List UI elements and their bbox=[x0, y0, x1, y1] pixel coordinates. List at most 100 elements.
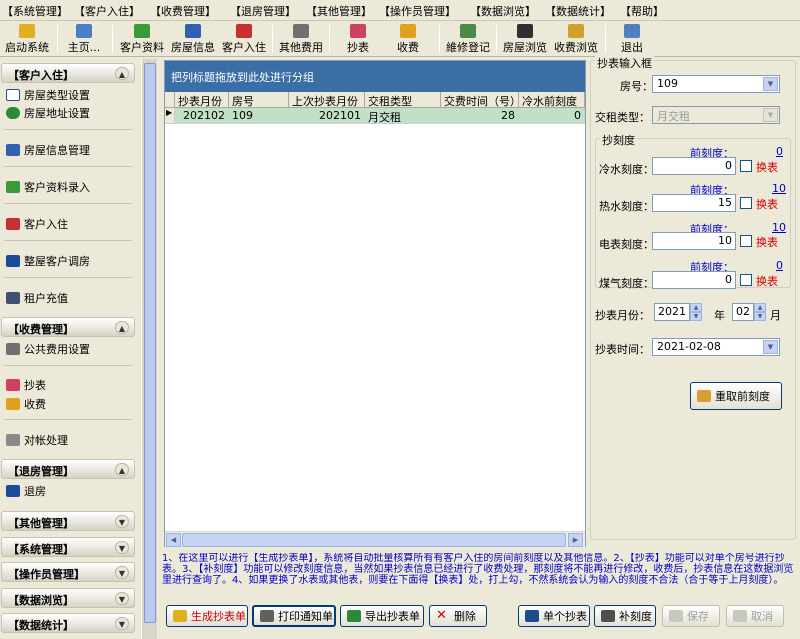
column-header[interactable]: 上次抄表月份 bbox=[289, 92, 365, 108]
cold-water-replace-checkbox[interactable] bbox=[740, 160, 752, 172]
group-by-panel[interactable]: 把列标题拖放到此处进行分组 bbox=[165, 61, 585, 92]
chevron-down-icon[interactable]: ▼ bbox=[763, 108, 778, 122]
horizontal-scrollbar[interactable]: ◀ ▶ bbox=[165, 531, 585, 547]
export-meter-sheet-button[interactable]: 导出抄表单 bbox=[340, 605, 424, 627]
cancel-button[interactable]: 取消 bbox=[726, 605, 784, 627]
table-cell[interactable]: 202102 bbox=[175, 108, 229, 124]
column-header[interactable]: 交租类型 bbox=[365, 92, 441, 108]
menu-charge[interactable]: 【收费管理】 bbox=[150, 0, 216, 19]
home-button[interactable]: 主页... bbox=[62, 23, 106, 56]
checkin-button[interactable]: 客户入住 bbox=[219, 23, 269, 56]
supplement-reading-button[interactable]: 补刻度 bbox=[594, 605, 656, 627]
sidebar-item-room-change[interactable]: 整屋客户调房 bbox=[6, 253, 90, 269]
menu-browse[interactable]: 【数据浏览】 bbox=[470, 0, 536, 19]
chevron-down-icon[interactable]: ▼ bbox=[115, 515, 129, 528]
chevron-up-icon[interactable]: ▲ bbox=[115, 321, 129, 334]
table-cell[interactable]: 0 bbox=[519, 108, 585, 124]
chevron-down-icon[interactable]: ▼ bbox=[115, 617, 129, 630]
sidebar-section-browse[interactable]: 【数据浏览】 ▼ bbox=[1, 588, 135, 608]
house-browse-button[interactable]: 房屋浏览 bbox=[500, 23, 550, 56]
house-info-button[interactable]: 房屋信息 bbox=[168, 23, 218, 56]
sidebar-section-system[interactable]: 【系统管理】 ▼ bbox=[1, 537, 135, 557]
sidebar-item-reconcile[interactable]: 对帐处理 bbox=[6, 432, 68, 448]
sidebar-item-house-type[interactable]: 房屋类型设置 bbox=[6, 87, 90, 103]
sidebar-item-house-address[interactable]: 房屋地址设置 bbox=[6, 105, 90, 121]
gas-replace-checkbox[interactable] bbox=[740, 274, 752, 286]
sidebar-section-operator[interactable]: 【操作员管理】 ▼ bbox=[1, 562, 135, 582]
exit-button[interactable]: 退出 bbox=[614, 23, 650, 56]
arrow-up-icon[interactable]: ▲ bbox=[690, 303, 702, 312]
sidebar-item-checkout[interactable]: 退房 bbox=[6, 483, 46, 499]
column-header[interactable]: 房号 bbox=[229, 92, 289, 108]
chevron-up-icon[interactable]: ▲ bbox=[115, 463, 129, 476]
charge-button[interactable]: 收费 bbox=[386, 23, 430, 56]
sidebar-section-stats[interactable]: 【数据统计】 ▼ bbox=[1, 613, 135, 633]
chevron-up-icon[interactable]: ▲ bbox=[115, 67, 129, 80]
delete-button[interactable]: ✕ 删除 bbox=[429, 605, 487, 627]
rent-type-select[interactable]: 月交租 ▼ bbox=[652, 106, 780, 124]
reload-prev-reading-button[interactable]: 重取前刻度 bbox=[690, 382, 782, 410]
arrow-up-icon[interactable]: ▲ bbox=[754, 303, 766, 312]
meter-reading-button[interactable]: 抄表 bbox=[336, 23, 380, 56]
print-notice-button[interactable]: 打印通知单 bbox=[252, 605, 336, 627]
sidebar-section-checkin[interactable]: 【客户入住】 ▲ bbox=[1, 63, 135, 83]
menu-checkin[interactable]: 【客户入住】 bbox=[74, 0, 140, 19]
arrow-down-icon[interactable]: ▼ bbox=[690, 312, 702, 321]
scroll-left-icon[interactable]: ◀ bbox=[166, 533, 181, 547]
electric-input[interactable]: 10 bbox=[652, 232, 736, 250]
table-cell[interactable]: 28 bbox=[441, 108, 519, 124]
sidebar-item-customer-entry[interactable]: 客户资料录入 bbox=[6, 179, 90, 195]
table-cell[interactable]: 202101 bbox=[289, 108, 365, 124]
year-input[interactable]: 2021 bbox=[654, 303, 690, 321]
generate-meter-sheet-button[interactable]: 生成抄表单 bbox=[166, 605, 248, 627]
customer-info-button[interactable]: 客户资料 bbox=[117, 23, 167, 56]
sidebar-item-public-fee[interactable]: 公共费用设置 bbox=[6, 341, 90, 357]
save-button[interactable]: 保存 bbox=[662, 605, 720, 627]
meter-date-picker[interactable]: 2021-02-08 ▼ bbox=[652, 338, 780, 356]
chevron-down-icon[interactable]: ▼ bbox=[763, 340, 778, 354]
single-meter-button[interactable]: 单个抄表 bbox=[518, 605, 590, 627]
sidebar-section-charge[interactable]: 【收费管理】 ▲ bbox=[1, 317, 135, 337]
scrollbar-thumb[interactable] bbox=[182, 533, 566, 547]
sidebar-section-checkout[interactable]: 【退房管理】 ▲ bbox=[1, 459, 135, 479]
cold-water-input[interactable]: 0 bbox=[652, 157, 736, 175]
menu-operator[interactable]: 【操作员管理】 bbox=[379, 0, 456, 19]
sidebar-splitter[interactable] bbox=[141, 59, 157, 639]
sidebar-item-checkin[interactable]: 客户入住 bbox=[6, 216, 68, 232]
sidebar-item-charge[interactable]: 收费 bbox=[6, 396, 46, 412]
repair-register-button[interactable]: 維修登记 bbox=[443, 23, 493, 56]
chevron-down-icon[interactable]: ▼ bbox=[115, 592, 129, 605]
month-input[interactable]: 02 bbox=[732, 303, 754, 321]
other-fee-button[interactable]: 其他费用 bbox=[276, 23, 326, 56]
chevron-down-icon[interactable]: ▼ bbox=[115, 541, 129, 554]
sidebar-section-other[interactable]: 【其他管理】 ▼ bbox=[1, 511, 135, 531]
sidebar-item-topup[interactable]: 租户充值 bbox=[6, 290, 68, 306]
menu-system[interactable]: 【系统管理】 bbox=[2, 0, 68, 19]
chevron-down-icon[interactable]: ▼ bbox=[115, 566, 129, 579]
hot-water-replace-checkbox[interactable] bbox=[740, 197, 752, 209]
column-header[interactable]: 冷水前刻度 bbox=[519, 92, 585, 108]
charge-browse-button[interactable]: 收费浏览 bbox=[551, 23, 601, 56]
menu-stats[interactable]: 【数据统计】 bbox=[545, 0, 611, 19]
electric-replace-checkbox[interactable] bbox=[740, 235, 752, 247]
sidebar-item-house-info[interactable]: 房屋信息管理 bbox=[6, 142, 90, 158]
arrow-down-icon[interactable]: ▼ bbox=[754, 312, 766, 321]
month-spinner[interactable]: ▲ ▼ bbox=[754, 303, 766, 321]
row-indicator[interactable]: ▶ bbox=[165, 108, 175, 124]
column-header[interactable]: 抄表月份 bbox=[175, 92, 229, 108]
scroll-right-icon[interactable]: ▶ bbox=[568, 533, 583, 547]
table-cell[interactable]: 109 bbox=[229, 108, 289, 124]
room-select[interactable]: 109 ▼ bbox=[652, 75, 780, 93]
table-cell[interactable]: 月交租 bbox=[365, 108, 441, 124]
chevron-down-icon[interactable]: ▼ bbox=[763, 77, 778, 91]
menu-other[interactable]: 【其他管理】 bbox=[306, 0, 372, 19]
hot-water-input[interactable]: 15 bbox=[652, 194, 736, 212]
menu-checkout[interactable]: 【退房管理】 bbox=[230, 0, 296, 19]
menu-help[interactable]: 【帮助】 bbox=[620, 0, 664, 19]
year-spinner[interactable]: ▲ ▼ bbox=[690, 303, 702, 321]
splitter-handle[interactable] bbox=[144, 63, 156, 623]
start-system-button[interactable]: 启动系统 bbox=[2, 23, 52, 56]
column-header[interactable]: 交费时间（号） bbox=[441, 92, 519, 108]
gas-input[interactable]: 0 bbox=[652, 271, 736, 289]
sidebar-item-meter[interactable]: 抄表 bbox=[6, 377, 46, 393]
